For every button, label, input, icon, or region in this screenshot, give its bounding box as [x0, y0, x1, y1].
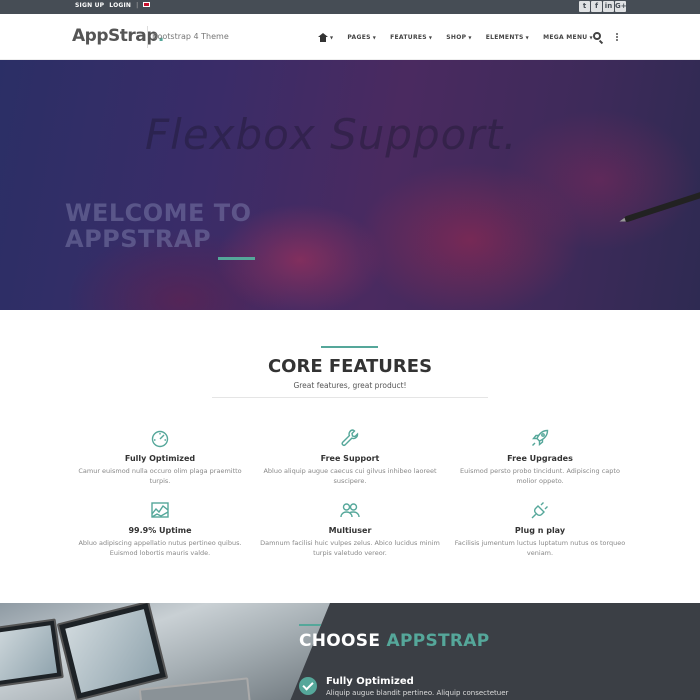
nav-mega-menu[interactable]: MEGA MENU ▼	[543, 34, 593, 41]
feature-plug-n-play: Plug n play Facilisis jumentum luctus lu…	[450, 500, 630, 558]
laptops-photo	[0, 603, 330, 700]
signup-link[interactable]: SIGN UP	[75, 2, 104, 9]
nav-label: PAGES	[347, 34, 371, 41]
hero-accent-rule	[218, 257, 255, 260]
chevron-down-icon: ▼	[330, 35, 334, 40]
feature-title: Free Upgrades	[507, 454, 573, 463]
choose-title-accent: APPSTRAP	[386, 631, 490, 651]
nav-label: MEGA MENU	[543, 34, 588, 41]
feature-title: Multiuser	[328, 526, 372, 535]
feature-desc: Abluo adipiscing appellatio nutus pertin…	[78, 539, 242, 557]
choose-item-title: Fully Optimized	[326, 676, 414, 687]
hero-banner: Flexbox Support. WELCOME TO APPSTRAP	[0, 60, 700, 310]
google-plus-icon[interactable]: G+	[615, 1, 627, 12]
search-icon[interactable]	[593, 32, 601, 40]
social-links: t f in G+	[579, 1, 627, 12]
nav-label: SHOP	[446, 34, 467, 41]
hero-heading-line1: WELCOME TO	[65, 199, 252, 227]
hero-heading-line2: APPSTRAP	[65, 225, 212, 253]
feature-uptime: 99.9% Uptime Abluo adipiscing appellatio…	[70, 500, 250, 558]
uk-flag-icon[interactable]	[143, 2, 151, 7]
login-link[interactable]: LOGIN	[109, 2, 131, 9]
laptop-image	[0, 618, 64, 688]
wrench-icon	[341, 429, 359, 446]
chevron-down-icon: ▼	[428, 35, 433, 40]
checkmark-icon	[299, 677, 317, 695]
linkedin-icon[interactable]: in	[603, 1, 614, 12]
feature-title: Plug n play	[514, 526, 566, 535]
feature-free-upgrades: Free Upgrades Euismod persto probo tinci…	[450, 428, 630, 486]
main-nav: ▼ PAGES ▼ FEATURES ▼ SHOP ▼ ELEMENTS ▼ MEGA …	[318, 33, 607, 42]
feature-desc: Euismod persto probo tincidunt. Adipisci…	[460, 467, 620, 485]
home-icon	[318, 33, 328, 42]
hero-slide-caption: Flexbox Support.	[145, 110, 518, 159]
link-separator: |	[136, 2, 139, 9]
logo-divider	[147, 26, 148, 48]
feature-desc: Camur euismod nulla occuro olim plaga pr…	[78, 467, 242, 485]
choose-item-desc: Aliquip augue blandit pertineo. Aliquip …	[326, 689, 509, 697]
chevron-down-icon: ▼	[468, 35, 472, 40]
top-bar: SIGN UP LOGIN | t f in G+	[0, 0, 700, 14]
feature-title: 99.9% Uptime	[128, 526, 192, 535]
choose-accent-rule	[299, 624, 321, 626]
tagline: Bootstrap 4 Theme	[152, 32, 229, 41]
hero-heading: WELCOME TO APPSTRAP	[65, 200, 252, 252]
core-features-title: CORE FEATURES	[267, 356, 433, 377]
nav-label: FEATURES	[390, 34, 427, 41]
feature-title: Fully Optimized	[124, 454, 196, 463]
feature-title: Free Support	[320, 454, 380, 463]
feature-multiuser: Multiuser Damnum facilisi huic vulpes ze…	[260, 500, 440, 558]
feature-desc: Damnum facilisi huic vulpes zelus. Abico…	[260, 539, 440, 557]
feature-desc: Facilisis jumentum luctus luptatum nutus…	[454, 539, 626, 557]
rocket-icon	[532, 429, 549, 446]
nav-shop[interactable]: SHOP ▼	[446, 34, 471, 41]
laptop-image	[56, 603, 169, 700]
chevron-down-icon: ▼	[372, 35, 377, 40]
choose-title: CHOOSE APPSTRAP	[299, 631, 490, 651]
nav-label: ELEMENTS	[485, 34, 524, 41]
users-icon	[340, 503, 360, 518]
feature-free-support: Free Support Abluo aliquip augue caecus …	[260, 428, 440, 486]
logo-text: AppStrap	[72, 26, 158, 46]
account-links: SIGN UP LOGIN |	[75, 2, 155, 9]
feature-fully-optimized: Fully Optimized Camur euismod nulla occu…	[70, 428, 250, 486]
more-options-icon[interactable]	[616, 33, 618, 43]
chevron-down-icon: ▼	[525, 35, 530, 40]
feature-desc: Abluo aliquip augue caecus cui gilvus in…	[263, 467, 437, 485]
facebook-icon[interactable]: f	[591, 1, 602, 12]
nav-pages[interactable]: PAGES ▼	[347, 34, 376, 41]
pen-image	[623, 189, 700, 223]
core-divider	[212, 397, 488, 398]
nav-elements[interactable]: ELEMENTS ▼	[486, 34, 529, 41]
logo[interactable]: AppStrap.	[72, 26, 164, 46]
core-features-subtitle: Great features, great product!	[293, 381, 407, 390]
speedometer-icon	[151, 430, 169, 448]
twitter-icon[interactable]: t	[579, 1, 590, 12]
core-accent-rule	[321, 346, 378, 348]
nav-features[interactable]: FEATURES ▼	[390, 34, 432, 41]
plug-icon	[531, 502, 548, 519]
choose-title-prefix: CHOOSE	[299, 631, 381, 651]
chart-icon	[151, 502, 169, 518]
nav-home[interactable]: ▼	[318, 33, 333, 42]
